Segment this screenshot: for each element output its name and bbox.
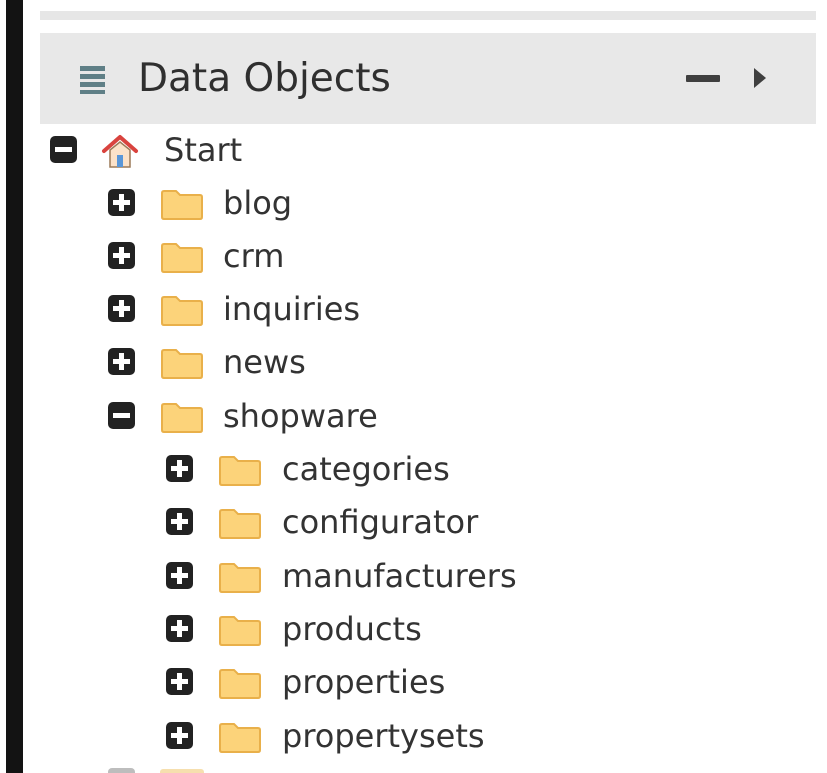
tree-node-label: properties bbox=[282, 663, 446, 701]
folder-partial-icon bbox=[160, 769, 204, 773]
expand-toggle-icon[interactable] bbox=[166, 508, 193, 535]
tree-node-label: Start bbox=[164, 131, 243, 169]
tree-node-news[interactable]: news bbox=[108, 335, 368, 389]
expand-toggle-icon[interactable] bbox=[108, 295, 135, 322]
folder-icon bbox=[161, 403, 203, 433]
tree-node-products[interactable]: products bbox=[166, 602, 466, 656]
tree-node-label: news bbox=[223, 343, 306, 381]
data-objects-panel: Data Objects Start blog crm inquiries ne… bbox=[0, 0, 827, 773]
folder-icon bbox=[219, 616, 261, 646]
folder-icon bbox=[219, 723, 261, 753]
tree-node-label: crm bbox=[223, 237, 285, 275]
toggle-partial-icon bbox=[108, 768, 135, 773]
expand-toggle-icon[interactable] bbox=[166, 668, 193, 695]
tree-node-crm[interactable]: crm bbox=[108, 229, 368, 283]
tree-node-propertysets[interactable]: propertysets bbox=[166, 709, 506, 763]
tree-node-label: inquiries bbox=[223, 290, 361, 328]
tree-node-label: configurator bbox=[282, 503, 479, 541]
tree-node-properties[interactable]: properties bbox=[166, 655, 486, 709]
tree-node-label: blog bbox=[223, 184, 293, 222]
tree-node-label: shopware bbox=[223, 397, 378, 435]
tree-node-label: manufacturers bbox=[282, 557, 517, 595]
tree-node-categories[interactable]: categories bbox=[166, 442, 486, 496]
object-tree: Start blog crm inquiries news shopware c… bbox=[0, 0, 827, 773]
folder-icon bbox=[161, 190, 203, 220]
folder-icon bbox=[219, 563, 261, 593]
expand-toggle-icon[interactable] bbox=[108, 242, 135, 269]
folder-icon bbox=[161, 243, 203, 273]
expand-toggle-icon[interactable] bbox=[166, 455, 193, 482]
home-icon bbox=[102, 135, 138, 168]
expand-toggle-icon[interactable] bbox=[166, 722, 193, 749]
expand-toggle-icon[interactable] bbox=[166, 615, 193, 642]
folder-icon bbox=[219, 456, 261, 486]
expand-toggle-icon[interactable] bbox=[108, 189, 135, 216]
folder-icon bbox=[219, 669, 261, 699]
expand-toggle-icon[interactable] bbox=[108, 348, 135, 375]
tree-node-configurator[interactable]: configurator bbox=[166, 495, 506, 549]
tree-node-label: categories bbox=[282, 450, 450, 488]
collapse-toggle-icon[interactable] bbox=[108, 402, 135, 429]
folder-icon bbox=[161, 349, 203, 379]
tree-node-shopware[interactable]: shopware bbox=[108, 389, 408, 443]
tree-node-blog[interactable]: blog bbox=[108, 176, 368, 230]
expand-toggle-icon[interactable] bbox=[166, 562, 193, 589]
tree-node-start[interactable]: Start bbox=[50, 123, 310, 177]
folder-icon bbox=[219, 509, 261, 539]
folder-icon bbox=[161, 296, 203, 326]
collapse-toggle-icon[interactable] bbox=[50, 136, 77, 163]
tree-node-partial bbox=[0, 760, 827, 773]
tree-node-manufacturers[interactable]: manufacturers bbox=[166, 549, 546, 603]
tree-node-inquiries[interactable]: inquiries bbox=[108, 282, 408, 336]
tree-node-label: products bbox=[282, 610, 422, 648]
tree-node-label: propertysets bbox=[282, 717, 485, 755]
